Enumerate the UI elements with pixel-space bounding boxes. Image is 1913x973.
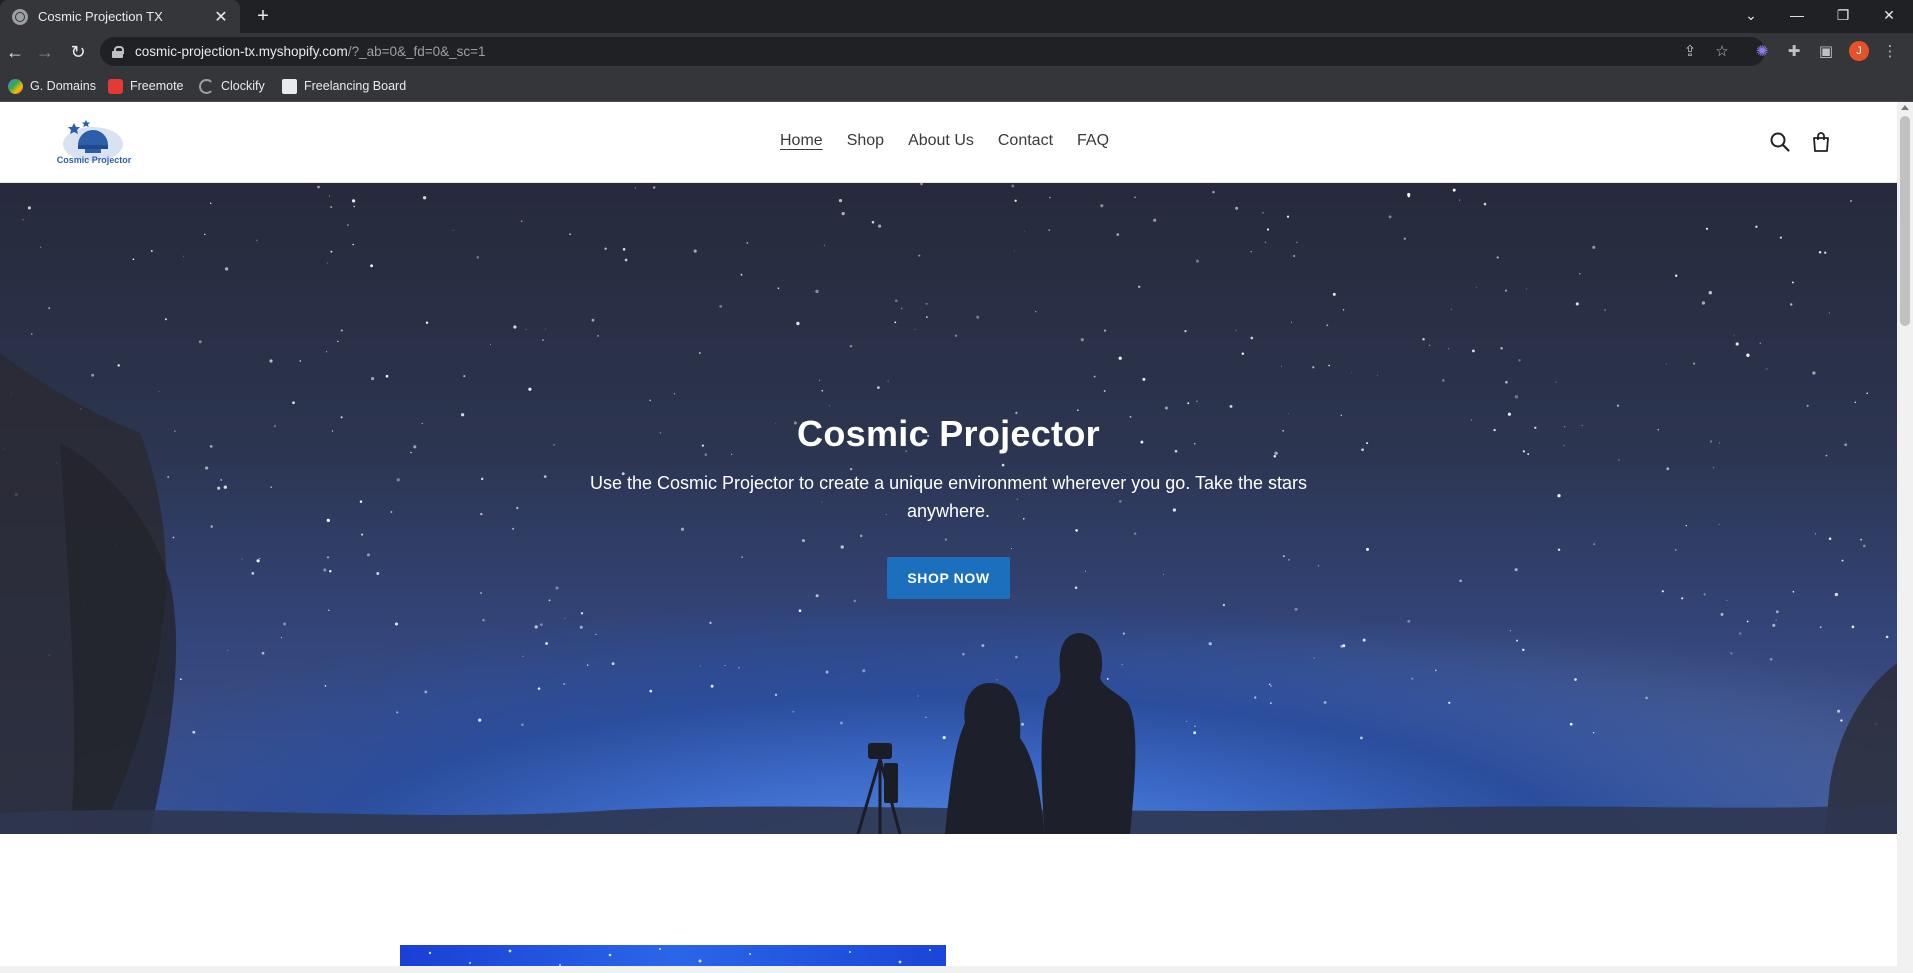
- reload-icon[interactable]: ↻: [66, 40, 90, 64]
- bookmark-freelancing-board[interactable]: Freelancing Board: [282, 77, 406, 95]
- hero-content: Cosmic Projector Use the Cosmic Projecto…: [0, 413, 1897, 599]
- bookmark-label: Freelancing Board: [304, 79, 407, 93]
- tab-title: Cosmic Projection TX: [38, 9, 163, 24]
- nav-contact[interactable]: Contact: [998, 132, 1053, 150]
- tab-search-icon[interactable]: ⌄: [1728, 0, 1774, 30]
- scrollbar-thumb[interactable]: [1900, 116, 1910, 326]
- hero-subtitle: Use the Cosmic Projector to create a uni…: [589, 473, 1308, 521]
- nav-about-us[interactable]: About Us: [908, 132, 974, 150]
- bookmark-label: G. Domains: [30, 79, 96, 93]
- hero-banner: Cosmic Projector Use the Cosmic Projecto…: [0, 183, 1897, 834]
- site-header: Cosmic Projector Home Shop About Us Cont…: [0, 102, 1897, 183]
- search-icon[interactable]: [1768, 130, 1792, 154]
- url-host: cosmic-projection-tx.myshopify.com: [135, 44, 348, 59]
- side-panel-icon[interactable]: ▣: [1815, 41, 1837, 63]
- web-page: Cosmic Projector Home Shop About Us Cont…: [0, 102, 1897, 973]
- store-logo[interactable]: Cosmic Projector: [48, 115, 138, 169]
- share-icon[interactable]: ⇪: [1680, 42, 1700, 62]
- back-icon[interactable]: ←: [3, 40, 27, 64]
- address-bar[interactable]: cosmic-projection-tx.myshopify.com/?_ab=…: [100, 37, 1765, 66]
- bookmark-g-domains[interactable]: G. Domains: [8, 77, 96, 95]
- bookmark-clockify[interactable]: Clockify: [199, 77, 265, 95]
- minimize-icon[interactable]: —: [1774, 0, 1820, 30]
- restore-icon[interactable]: ❐: [1820, 0, 1866, 30]
- nav-shop[interactable]: Shop: [847, 132, 884, 150]
- extension-sun-icon[interactable]: ✺: [1751, 41, 1773, 63]
- shop-now-button[interactable]: SHOP NOW: [887, 557, 1010, 599]
- nav-faq[interactable]: FAQ: [1077, 132, 1109, 150]
- tab-close-icon[interactable]: ✕: [212, 7, 230, 27]
- menu-kebab-icon[interactable]: ⋮: [1879, 41, 1901, 63]
- nav-home[interactable]: Home: [780, 132, 823, 150]
- clockify-icon: [199, 78, 214, 94]
- freemote-icon: [108, 78, 123, 94]
- google-domains-icon: [8, 78, 23, 94]
- logo-text: Cosmic Projector: [56, 155, 132, 165]
- profile-avatar[interactable]: J: [1849, 41, 1869, 61]
- bookmarks-bar: G. Domains Freemote Clockify Freelancing…: [0, 70, 1913, 102]
- main-navigation: Home Shop About Us Contact FAQ: [780, 132, 1109, 150]
- browser-tab-strip: Cosmic Projection TX ✕ + ⌄ — ❐ ✕: [0, 0, 1913, 33]
- extensions-puzzle-icon[interactable]: ✚: [1783, 41, 1805, 63]
- bookmark-star-icon[interactable]: ☆: [1712, 42, 1732, 62]
- horizontal-scrollbar[interactable]: [0, 966, 1897, 973]
- bookmark-freemote[interactable]: Freemote: [108, 77, 184, 95]
- bookmark-label: Clockify: [221, 79, 265, 93]
- url-path: /?_ab=0&_fd=0&_sc=1: [347, 44, 486, 59]
- trello-icon: [282, 78, 297, 94]
- window-close-icon[interactable]: ✕: [1866, 0, 1912, 30]
- hero-title: Cosmic Projector: [797, 413, 1100, 454]
- cart-icon[interactable]: [1809, 130, 1833, 154]
- scroll-up-arrow-icon[interactable]: [1901, 105, 1909, 110]
- bookmark-label: Freemote: [130, 79, 184, 93]
- lock-icon[interactable]: [112, 45, 124, 58]
- new-tab-button[interactable]: +: [252, 5, 274, 27]
- forward-icon[interactable]: →: [33, 40, 57, 64]
- browser-toolbar: ← → ↻ cosmic-projection-tx.myshopify.com…: [0, 33, 1913, 70]
- browser-tab-active[interactable]: Cosmic Projection TX ✕: [0, 0, 240, 33]
- globe-icon: [12, 8, 28, 25]
- page-scrollbar[interactable]: [1897, 102, 1913, 973]
